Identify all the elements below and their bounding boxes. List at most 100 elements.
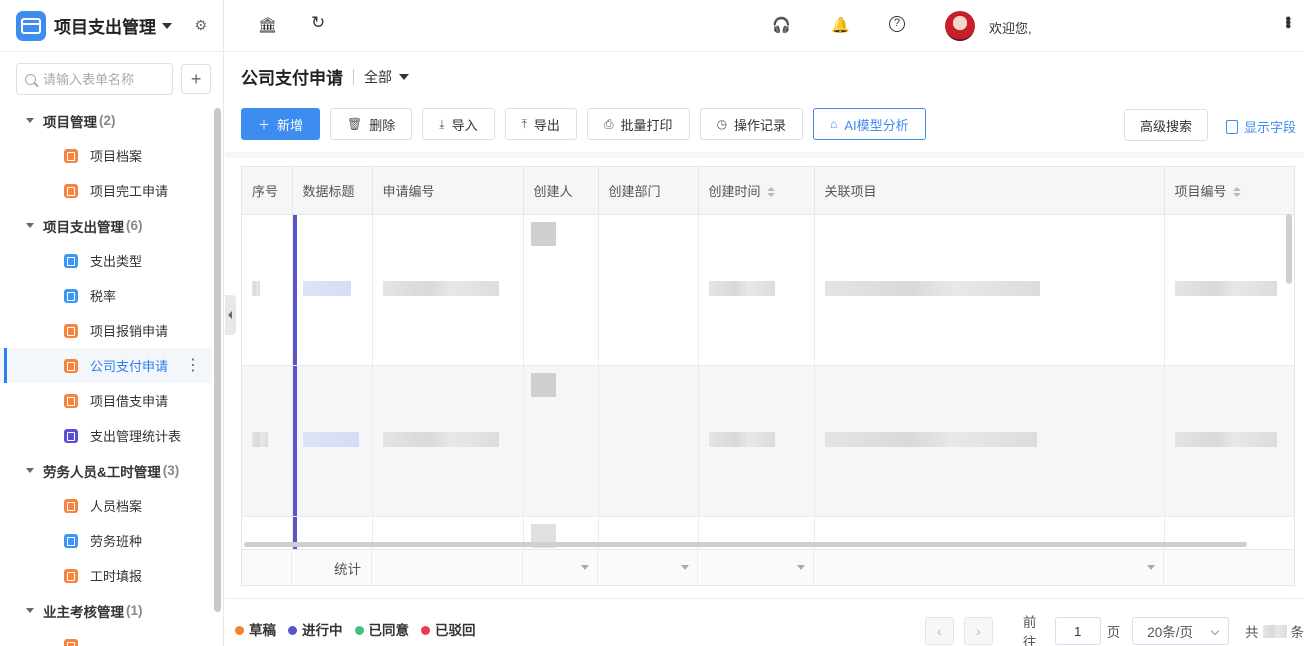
expand-caret-icon[interactable] [26, 223, 34, 228]
prev-page-button[interactable]: ‹ [925, 617, 954, 645]
next-page-button[interactable]: › [963, 617, 993, 645]
redacted-link[interactable] [302, 431, 359, 447]
ai-analysis-button[interactable]: ⌂ AI模型分析 [813, 108, 926, 140]
stats-cell[interactable] [598, 550, 698, 586]
app-switch-caret-icon[interactable] [162, 22, 172, 29]
column-header[interactable]: 序号 [242, 167, 293, 215]
cell-project-no [1164, 214, 1294, 366]
stats-cell[interactable] [698, 550, 814, 586]
expand-caret-icon[interactable] [26, 608, 34, 613]
table-stats-row: 统计 [242, 549, 1294, 586]
table-vertical-scrollbar[interactable] [1286, 214, 1292, 284]
more-vertical-icon[interactable]: ••• [1278, 16, 1296, 27]
sidebar-header: 项目支出管理 ⚙ [0, 0, 223, 52]
group-label: 劳务人员&工时管理 [43, 464, 161, 480]
cell-creator [523, 214, 599, 366]
sidebar-item-expense-type[interactable]: 支出类型 [0, 243, 212, 278]
approved-dot-icon [354, 626, 364, 635]
import-button[interactable]: ⤓ 导入 [422, 108, 495, 140]
export-button[interactable]: ⤒ 导出 [504, 108, 577, 140]
cell-title[interactable] [292, 214, 373, 366]
expand-caret-icon[interactable] [26, 468, 34, 473]
clock-icon: ◷ [716, 117, 728, 131]
chevron-down-icon[interactable] [1147, 565, 1155, 570]
cell-project-no [1164, 365, 1294, 517]
sidebar: 项目支出管理 ⚙ + 项目管理 (2) 项目档案 项目完工申请 项目支出管理 (… [0, 0, 224, 646]
bank-icon[interactable]: 🏛 [258, 16, 277, 34]
legend-label: 进行中 [302, 623, 343, 638]
sidebar-item-label: 人员档案 [90, 499, 143, 514]
expand-caret-icon[interactable] [26, 118, 34, 123]
avatar[interactable] [945, 11, 975, 41]
cell-application-no [372, 214, 524, 366]
page-size-select[interactable]: 20条/页 [1132, 617, 1229, 645]
table-row[interactable] [242, 214, 1294, 366]
form-tree: 项目管理 (2) 项目档案 项目完工申请 项目支出管理 (6) 支出类型 税率 … [0, 103, 223, 646]
column-header[interactable]: 关联项目 [814, 167, 1165, 215]
sidebar-item-expense-stats[interactable]: 支出管理统计表 [0, 418, 212, 453]
column-header[interactable]: 项目编号 [1164, 167, 1294, 215]
column-header[interactable]: 创建时间 [698, 167, 815, 215]
sidebar-item-project-loan[interactable]: 项目借支申请 [0, 383, 212, 418]
page-unit-label: 页 [1106, 625, 1121, 640]
help-icon[interactable]: ? [889, 16, 905, 32]
advanced-search-button[interactable]: 高级搜索 [1124, 109, 1209, 141]
field-settings-icon [1226, 119, 1238, 134]
table-row[interactable] [242, 365, 1294, 517]
sort-icon[interactable] [767, 187, 775, 197]
sidebar-item-reimbursement[interactable]: 项目报销申请 [0, 313, 212, 348]
redacted-link[interactable] [302, 280, 351, 296]
sidebar-item-tax-rate[interactable]: 税率 [0, 278, 212, 313]
sidebar-item-labor-shift[interactable]: 劳务班种 [0, 523, 212, 558]
column-header-label: 创建时间 [708, 183, 761, 199]
column-header[interactable]: 创建部门 [598, 167, 699, 215]
add-button[interactable]: ＋ 新增 [241, 108, 321, 140]
refresh-icon[interactable]: ↻ [311, 13, 325, 33]
form-icon [64, 638, 78, 646]
sidebar-item-label: 项目档案 [90, 149, 143, 164]
column-header[interactable]: 创建人 [523, 167, 599, 215]
form-search-input[interactable] [43, 71, 163, 87]
column-header[interactable]: 数据标题 [292, 167, 373, 215]
sidebar-item-timesheet[interactable]: 工时填报 [0, 558, 212, 593]
operation-log-label: 操作记录 [734, 117, 787, 133]
sidebar-item-company-payment[interactable]: 公司支付申请 ⋮ [0, 348, 212, 383]
redacted-avatar [530, 221, 556, 246]
more-vertical-icon[interactable]: ⋮ [185, 357, 201, 374]
delete-button[interactable]: 🗑 删除 [330, 108, 413, 140]
chevron-down-icon[interactable] [797, 565, 805, 570]
sidebar-item-project-completion[interactable]: 项目完工申请 [0, 173, 212, 208]
sidebar-item-truncated[interactable] [0, 628, 212, 646]
chevron-down-icon[interactable] [581, 565, 589, 570]
group-labor-management[interactable]: 劳务人员&工时管理 (3) [0, 453, 223, 488]
sidebar-item-personnel-archive[interactable]: 人员档案 [0, 488, 212, 523]
toolbar: ＋ 新增 🗑 删除 ⤓ 导入 ⤒ 导出 ⎙ 批量打印 ◷ 操作记录 ⌂ AI模型分析 [241, 108, 926, 140]
show-fields-link[interactable]: 显示字段 [1226, 117, 1296, 136]
sidebar-collapse-handle[interactable] [225, 295, 236, 335]
title-divider [353, 68, 354, 85]
export-button-label: 导出 [533, 117, 560, 133]
page-number-input[interactable] [1054, 617, 1101, 645]
group-expense-management[interactable]: 项目支出管理 (6) [0, 208, 223, 243]
view-filter-dropdown[interactable]: 全部 [364, 67, 409, 87]
stats-cell[interactable] [814, 550, 1164, 586]
chevron-down-icon[interactable] [681, 565, 689, 570]
sidebar-scrollbar[interactable] [214, 108, 221, 612]
stats-cell[interactable] [523, 550, 598, 586]
bell-icon[interactable]: 🔔 [831, 16, 850, 34]
sidebar-item-project-archive[interactable]: 项目档案 [0, 138, 212, 173]
headset-icon[interactable]: 🎧 [772, 16, 791, 34]
column-header[interactable]: 申请编号 [372, 167, 524, 215]
add-form-button[interactable]: + [181, 64, 211, 94]
cell-title[interactable] [292, 365, 373, 517]
group-owner-assessment[interactable]: 业主考核管理 (1) [0, 593, 223, 628]
group-project-management[interactable]: 项目管理 (2) [0, 103, 223, 138]
sort-icon[interactable] [1233, 187, 1241, 197]
form-icon [64, 183, 78, 198]
sidebar-item-label: 税率 [90, 289, 117, 304]
table-horizontal-scrollbar[interactable] [244, 542, 1247, 547]
app-title[interactable]: 项目支出管理 [54, 13, 156, 38]
gear-icon[interactable]: ⚙ [194, 17, 207, 34]
operation-log-button[interactable]: ◷ 操作记录 [699, 108, 804, 140]
batch-print-button[interactable]: ⎙ 批量打印 [586, 108, 690, 140]
